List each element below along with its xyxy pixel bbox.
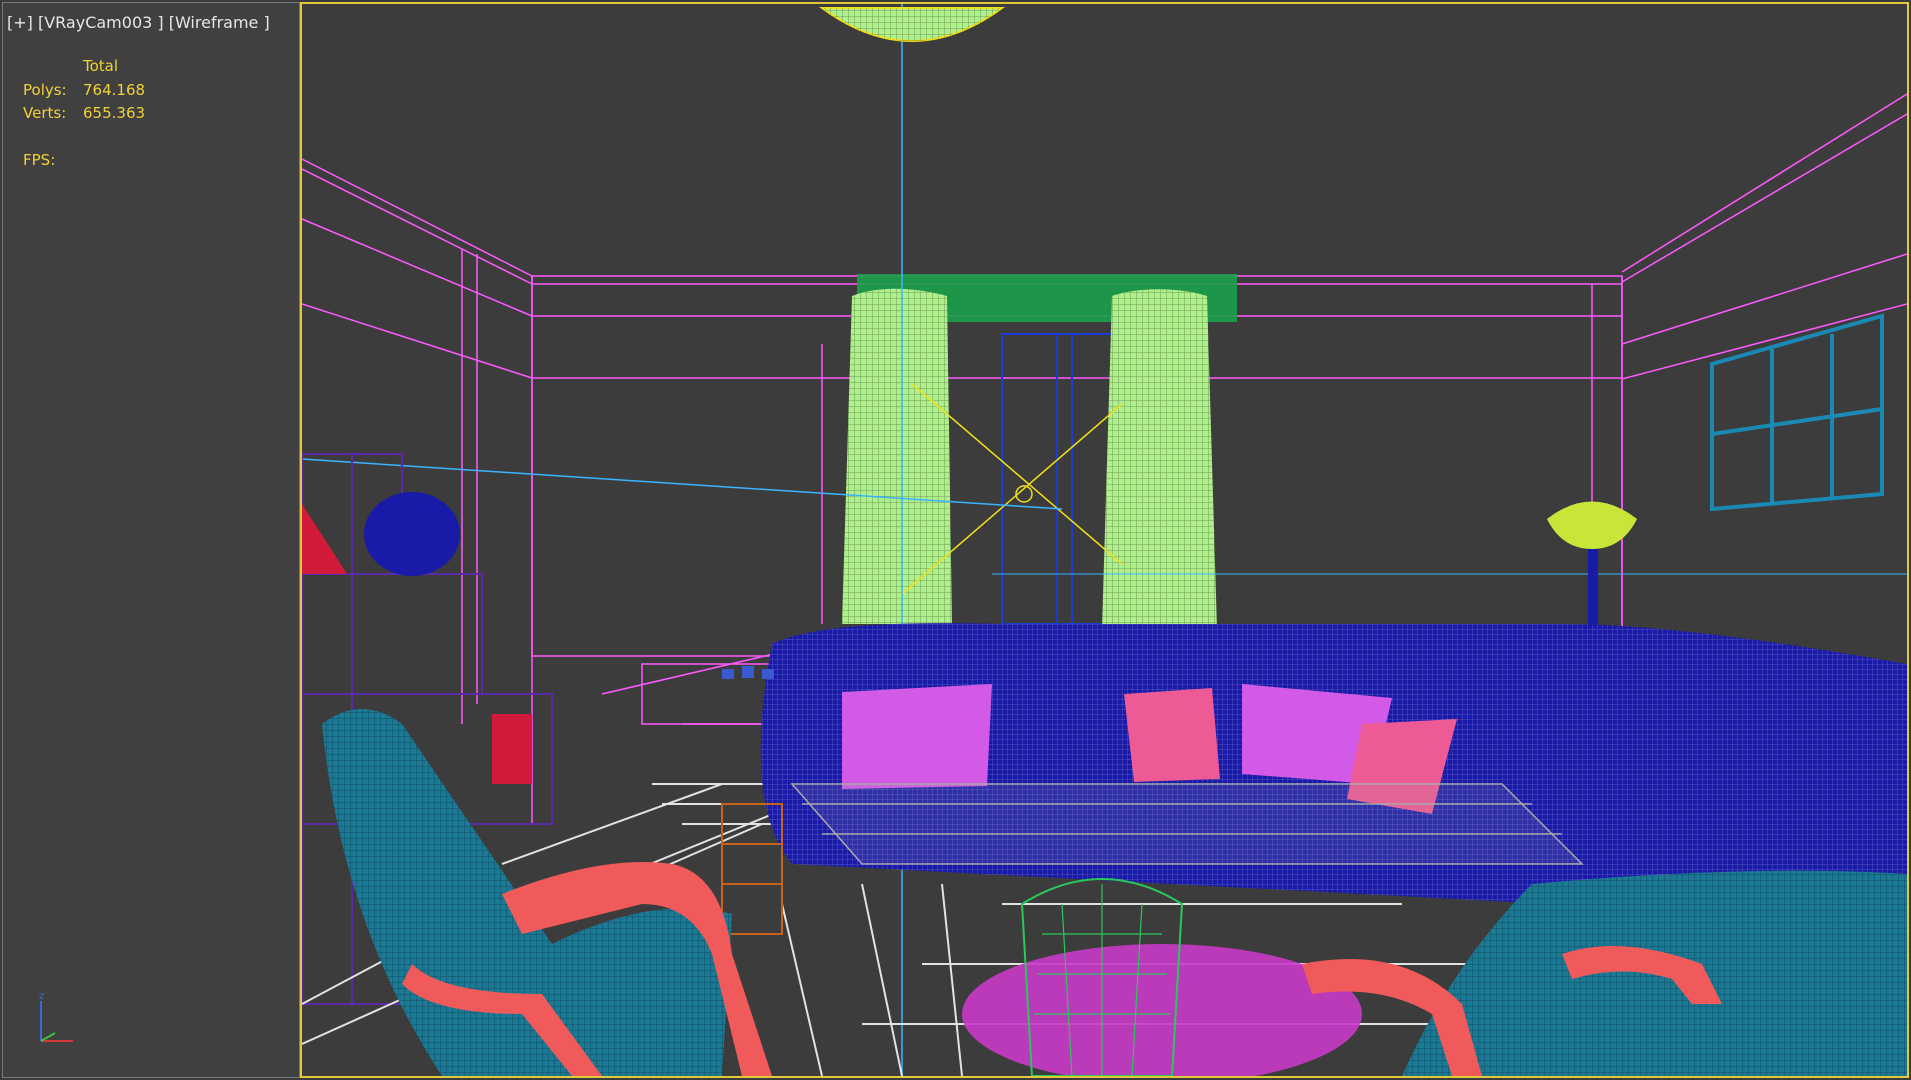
verts-label: Verts: — [23, 104, 67, 122]
verts-value: 655.363 — [83, 104, 146, 122]
decor-vase — [364, 492, 460, 576]
wireframe-scene[interactable] — [302, 4, 1907, 1076]
coffee-table — [790, 783, 1584, 865]
axis-z-label: z — [39, 991, 44, 1002]
floor-lamp-pole — [1588, 549, 1598, 629]
camera-viewport[interactable] — [300, 2, 1909, 1078]
stats-viewport[interactable]: [+] [VRayCam003 ] [Wireframe ] Total Pol… — [2, 2, 300, 1078]
pillow-2 — [1124, 688, 1220, 782]
stats-header: Total — [83, 57, 119, 75]
pillow-1 — [842, 684, 992, 789]
fps-label: FPS: — [23, 151, 56, 169]
axis-gizmo-icon: z — [39, 991, 73, 1042]
decor-box-red — [492, 714, 532, 784]
viewport-label[interactable]: [+] [VRayCam003 ] [Wireframe ] — [7, 13, 270, 32]
polys-label: Polys: — [23, 81, 67, 99]
polys-value: 764.168 — [83, 81, 146, 99]
3d-viewport-layout: [+] [VRayCam003 ] [Wireframe ] Total Pol… — [0, 0, 1911, 1080]
